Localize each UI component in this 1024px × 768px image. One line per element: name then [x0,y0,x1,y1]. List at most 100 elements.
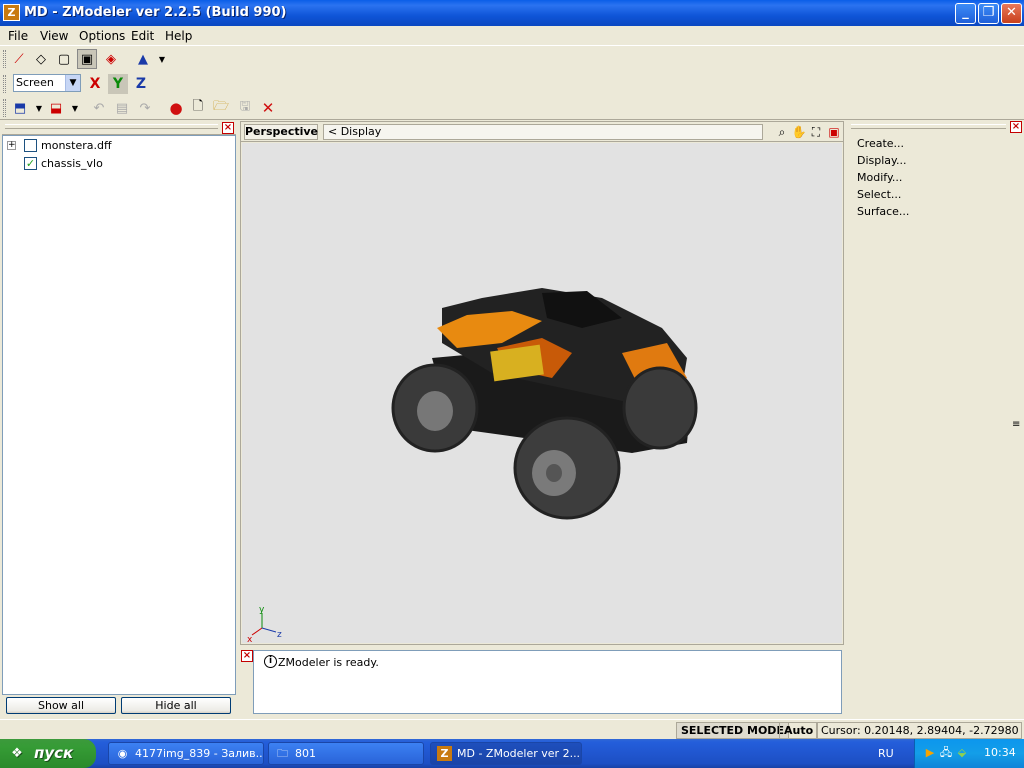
snap-mode-indicator[interactable]: Auto [779,722,819,739]
close-window-button[interactable]: ✕ [1001,3,1022,24]
axle-cap-icon [546,464,562,482]
visibility-checkbox[interactable] [24,139,37,152]
pan-hand-icon[interactable]: ✋ [791,124,807,140]
panel-grip[interactable] [5,124,218,129]
start-button[interactable]: ❖ пуск [0,739,96,768]
toolbar-grip[interactable] [3,75,6,93]
create-menu-item[interactable]: Create... [857,137,904,150]
axis-z-toggle[interactable]: Z [131,74,151,94]
console-message: ZModeler is ready. [278,656,379,669]
monster-truck-model [391,288,698,520]
axis-y-toggle[interactable]: Y [108,74,128,94]
windows-logo-icon: ❖ [11,746,23,761]
tree-item-label: monstera.dff [41,139,112,152]
window-title: MD - ZModeler ver 2.2.5 (Build 990) [24,5,287,20]
box-select-icon[interactable]: ▣ [77,49,97,69]
viewport-display-button[interactable]: < Display [323,124,763,140]
axis-gizmo: y x z [247,605,282,645]
toolbar-grip[interactable] [3,50,6,68]
tree-item[interactable]: + monstera.dff [7,138,227,154]
face-select-icon[interactable]: ◇ [31,49,51,69]
menu-options[interactable]: Options [79,29,125,43]
rear-right-wheel [622,366,698,450]
tree-item[interactable]: ✓ chassis_vlo [7,156,227,172]
panel-grip[interactable] [851,124,1006,129]
tree-item-label: chassis_vlo [41,157,103,170]
save-icon[interactable]: 🖫 [235,98,255,118]
redo-icon[interactable]: ↷ [135,98,155,118]
panel-header: × [2,121,236,135]
console-output[interactable]: i ZModeler is ready. [253,650,842,714]
new-file-icon[interactable]: 🗋 [188,98,208,118]
zmodeler-icon: Z [437,746,452,761]
export-icon[interactable]: ⬓ [46,98,66,118]
clock: 10:34 [984,746,1016,759]
coord-space-value: Screen [16,76,54,89]
gizmo-z-label: z [277,630,282,640]
coord-space-select[interactable]: Screen ▼ [13,74,81,92]
gizmo-x-label: x [247,635,253,643]
close-panel-icon[interactable]: × [222,122,234,134]
select-menu-item[interactable]: Select... [857,188,901,201]
chevron-down-icon: ▼ [65,75,80,91]
minimize-button[interactable]: _ [955,3,976,24]
display-menu-item[interactable]: Display... [857,154,906,167]
app-logo-icon[interactable]: Z [3,4,20,21]
viewport-canvas[interactable]: y x z [242,143,842,645]
folder-icon: 🗀 [277,747,288,760]
visibility-checkbox[interactable]: ✓ [24,157,37,170]
menu-view[interactable]: View [40,29,68,43]
zoom-icon[interactable]: ⌕ [774,124,790,140]
task-folder[interactable]: 🗀 801 [268,742,424,765]
close-console-icon[interactable]: × [241,650,253,662]
vertex-select-icon[interactable]: ⟋ [9,49,29,69]
task-zmodeler[interactable]: Z MD - ZModeler ver 2.... [430,742,582,765]
close-panel-icon[interactable]: × [1010,121,1022,133]
viewport-panel: Perspective < Display ⌕ ✋ ⛶ ▣ y x z [240,121,844,645]
task-label: MD - ZModeler ver 2.... [457,747,582,760]
task-chrome[interactable]: ◉ 4177img_839 - Залив... [108,742,264,765]
selected-mode-indicator[interactable]: SELECTED MODE [676,722,789,739]
axis-x-toggle[interactable]: X [85,74,105,94]
object-tree: + monstera.dff ✓ chassis_vlo [2,135,236,695]
surface-menu-item[interactable]: Surface... [857,205,909,218]
status-bar: SELECTED MODE Auto Cursor: 0.20148, 2.89… [0,719,1024,739]
title-bar: Z MD - ZModeler ver 2.2.5 (Build 990) _ … [0,0,1024,26]
console-panel: × i ZModeler is ready. [240,648,844,716]
file-toolbar: ⬒ ▼ ⬓ ▼ ↶ ▤ ↷ ● 🗋 🗁 🖫 ✕ [0,96,1024,120]
show-all-button[interactable]: Show all [6,697,116,714]
restore-button[interactable]: ❐ [978,3,999,24]
safely-remove-icon[interactable]: ⬙ [955,746,969,760]
record-icon[interactable]: ● [166,98,186,118]
network-icon[interactable]: 🖧 [939,746,953,760]
toolbar-grip[interactable] [3,99,6,117]
hide-all-button[interactable]: Hide all [121,697,231,714]
viewport-mode-button[interactable]: Perspective [244,124,318,140]
menu-edit[interactable]: Edit [131,29,154,43]
chevron-down-icon[interactable]: ▼ [152,49,172,69]
task-label: 4177img_839 - Залив... [135,747,264,760]
history-icon[interactable]: ▤ [112,98,132,118]
object-select-icon[interactable]: ▢ [54,49,74,69]
menu-file[interactable]: File [8,29,28,43]
model-render: y x z [247,288,698,645]
cone-tool-icon[interactable]: ▲ [133,49,153,69]
fit-view-icon[interactable]: ⛶ [808,124,824,140]
taskbar: ❖ пуск ◉ 4177img_839 - Залив... 🗀 801 Z … [0,739,1024,768]
splitter-grip-icon[interactable]: ≡ [1012,419,1020,430]
language-indicator[interactable]: RU [878,747,894,760]
menu-help[interactable]: Help [165,29,192,43]
media-player-icon[interactable]: ▶ [923,746,937,760]
open-folder-icon[interactable]: 🗁 [211,98,231,118]
menu-bar: File View Options Edit Help [0,26,1024,46]
expand-icon[interactable]: + [7,141,16,150]
cube-select-icon[interactable]: ◈ [101,49,121,69]
undo-icon[interactable]: ↶ [89,98,109,118]
modify-menu-item[interactable]: Modify... [857,171,902,184]
close-file-icon[interactable]: ✕ [258,98,278,118]
gizmo-y-label: y [259,605,265,615]
import-icon[interactable]: ⬒ [10,98,30,118]
chevron-down-icon[interactable]: ▼ [65,98,85,118]
cursor-coordinates: Cursor: 0.20148, 2.89404, -2.72980 [816,722,1022,739]
maximize-viewport-icon[interactable]: ▣ [826,124,842,140]
